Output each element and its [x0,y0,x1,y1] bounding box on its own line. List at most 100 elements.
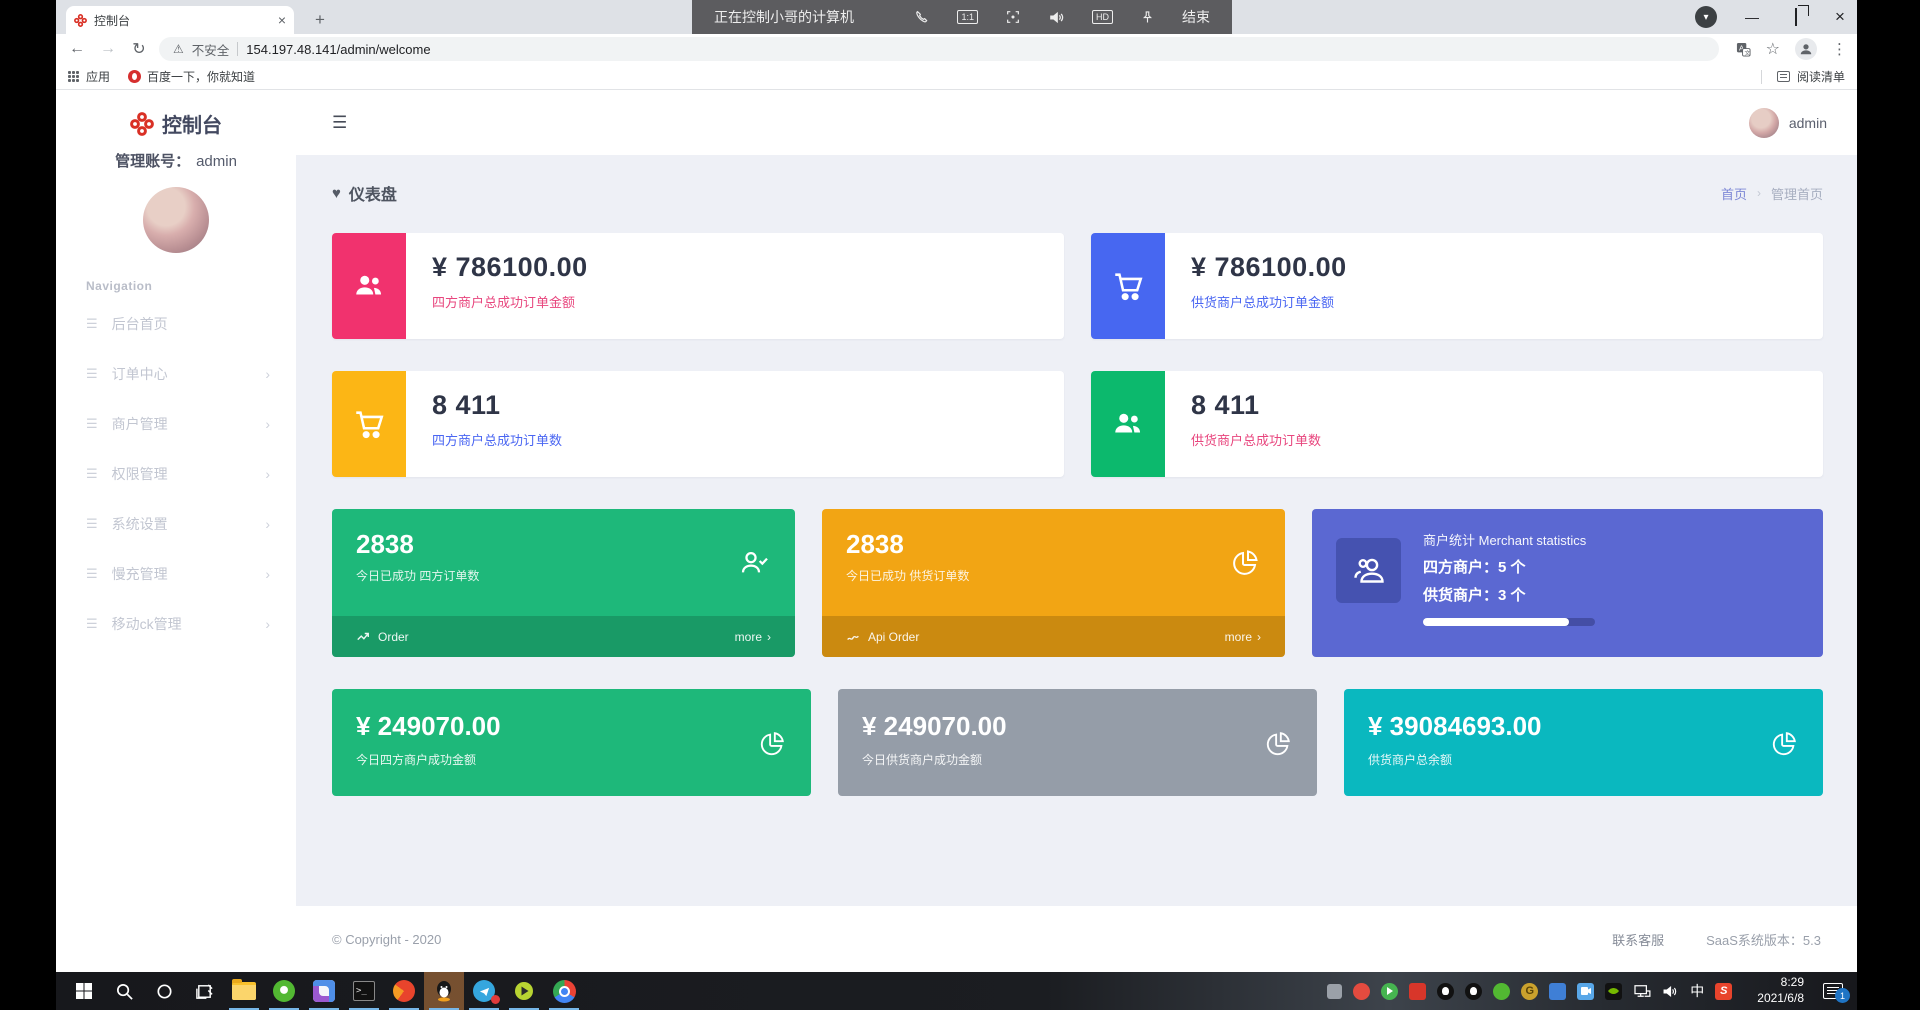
breadcrumb: 首页 › 管理首页 [1721,184,1823,203]
sidebar-item-mobile-ck[interactable]: ☰ 移动ck管理 › [56,599,296,649]
logo-row[interactable]: 控制台 [56,91,296,138]
pin-icon[interactable] [1140,10,1155,25]
tray-player-icon[interactable] [1381,982,1399,1000]
action-center-icon[interactable]: 1 [1823,983,1850,1003]
translate-icon[interactable]: A文 [1736,42,1751,57]
search-icon[interactable] [104,972,144,1010]
sogou-ime-icon[interactable]: S [1715,982,1733,1000]
card-label: 今日已成功 供货订单数 [846,569,970,583]
qq-button[interactable] [424,972,464,1010]
network-icon[interactable] [1633,984,1651,998]
today-supplier-orders-card: 2838 今日已成功 供货订单数 Api Order more › [822,509,1285,657]
trending-up-icon [357,632,369,640]
back-button[interactable]: ← [66,40,88,58]
sunflower-remote-button[interactable] [304,972,344,1010]
end-session-button[interactable]: 结束 [1182,7,1210,27]
tab-favicon-knot-icon [74,13,87,27]
more-link[interactable]: more › [1225,630,1261,644]
profile-avatar-icon[interactable] [1795,38,1817,60]
tray-360-icon[interactable] [1493,982,1511,1000]
file-explorer-button[interactable] [224,972,264,1010]
restore-button[interactable] [1787,8,1805,26]
telegram-button[interactable] [464,972,504,1010]
ime-indicator[interactable]: 中 [1690,981,1704,1001]
cortana-icon[interactable] [144,972,184,1010]
tray-red-app2-icon[interactable] [1409,982,1427,1000]
person-check-icon [739,547,771,579]
breadcrumb-separator-icon: › [1756,186,1761,200]
sidebar-item-orders[interactable]: ☰ 订单中心 › [56,349,296,399]
close-window-button[interactable]: × [1831,7,1849,27]
url-text[interactable]: 154.197.48.141/admin/welcome [246,42,430,57]
address-bar[interactable]: ⚠ 不安全 154.197.48.141/admin/welcome [159,37,1719,61]
stat-card-fourparty-amount: ¥ 786100.00 四方商户总成功订单金额 [332,233,1064,339]
browser-menu-icon[interactable]: ⋮ [1832,40,1847,58]
fullscreen-icon[interactable] [1005,9,1021,25]
app-360-button[interactable] [264,972,304,1010]
apps-shortcut[interactable]: 应用 [68,68,110,85]
pie-chart-icon [1769,729,1799,759]
saas-version-text: SaaS系统版本：5.3 [1706,932,1821,948]
task-view-icon[interactable] [184,972,224,1010]
sidebar-item-home[interactable]: ☰ 后台首页 [56,299,296,349]
sidebar-toggle-icon[interactable]: ☰ [332,113,347,133]
speaker-icon[interactable] [1048,9,1065,26]
more-label: more [734,629,762,644]
list-icon: ☰ [86,366,98,381]
chrome-taskbar-button[interactable] [544,972,584,1010]
call-icon[interactable] [914,9,930,25]
tab-close-icon[interactable]: × [278,13,286,27]
card-footer[interactable]: Order more › [332,616,795,657]
tray-gold-icon[interactable]: G [1521,982,1539,1000]
pie-chart-icon [1263,729,1293,759]
sidebar-item-settings[interactable]: ☰ 系统设置 › [56,499,296,549]
sogou-swirl-icon [393,980,415,1002]
more-link[interactable]: more › [735,630,771,644]
reload-button[interactable]: ↻ [128,39,150,59]
stat-value: ¥ 786100.00 [1191,252,1347,282]
dashboard-content: ♥ 仪表盘 首页 › 管理首页 ¥ 786100.00 四方商户总成功订单金额 … [296,155,1857,906]
volume-icon[interactable] [1662,984,1679,999]
security-warning-icon[interactable]: ⚠ [173,42,184,56]
sidebar-avatar[interactable] [143,187,209,253]
play-icon [515,982,533,1000]
bookmark-baidu[interactable]: 百度一下，你就知道 [128,68,255,85]
tray-expand-button[interactable] [1327,983,1343,999]
chevron-right-icon: › [265,566,270,582]
tray-red-app-icon[interactable] [1353,982,1371,1000]
tray-qq2-icon[interactable] [1465,982,1483,1000]
sidebar-item-merchants[interactable]: ☰ 商户管理 › [56,399,296,449]
new-tab-button[interactable]: + [308,8,332,32]
user-menu[interactable]: admin [1748,108,1827,138]
forward-button[interactable]: → [97,40,119,58]
sidebar-item-permissions[interactable]: ☰ 权限管理 › [56,449,296,499]
sogou-browser-button[interactable] [384,972,424,1010]
navigation-label: Navigation [86,279,153,293]
contact-support-link[interactable]: 联系客服 [1612,930,1664,949]
chrome-icon [552,979,576,1003]
reading-list-button[interactable]: 阅读清单 [1760,68,1845,85]
tray-bluebox-icon[interactable] [1549,982,1567,1000]
bookmark-star-icon[interactable]: ☆ [1766,39,1780,59]
screen: 控制台 × + ▾ — × ← → ↻ ⚠ 不安全 154.197.48.141… [0,0,1920,1010]
browser-tab[interactable]: 控制台 × [66,6,294,34]
breadcrumb-home-link[interactable]: 首页 [1721,184,1747,203]
start-button[interactable] [64,972,104,1010]
media-toolbar-button[interactable]: ▾ [1695,6,1717,28]
telegram-badge [491,995,500,1004]
stat-card-supplier-amount: ¥ 786100.00 供货商户总成功订单金额 [1091,233,1823,339]
hd-button[interactable]: HD [1092,10,1113,24]
tray-camera-icon[interactable] [1577,982,1595,1000]
tray-nvidia-icon[interactable] [1605,982,1623,1000]
tray-qq-icon[interactable] [1437,982,1455,1000]
sidebar-item-slowcharge[interactable]: ☰ 慢充管理 › [56,549,296,599]
command-prompt-button[interactable]: >_ [344,972,384,1010]
taskbar-clock[interactable]: 8:29 2021/6/8 [1757,975,1804,1006]
minimize-button[interactable]: — [1743,9,1761,25]
ratio-1-1-button[interactable]: 1:1 [957,10,978,24]
stat-value: 8 411 [1191,390,1260,420]
card-footer[interactable]: Api Order more › [822,616,1285,657]
potplayer-button[interactable] [504,972,544,1010]
users-icon [1115,413,1141,433]
security-label: 不安全 [191,43,230,58]
